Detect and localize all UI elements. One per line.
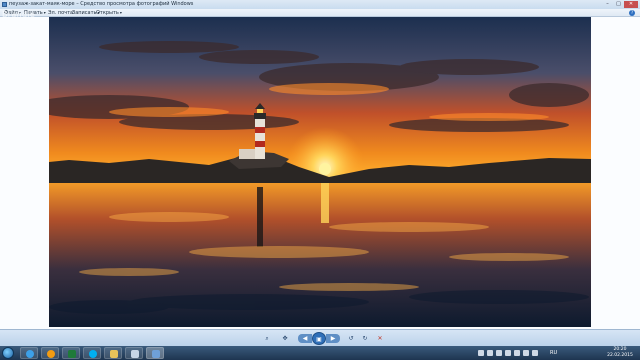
network-icon[interactable] — [514, 350, 520, 356]
menu-bar: Файл▾ Печать▾ Эл. почта Записать▾ Открыт… — [0, 9, 640, 17]
taskbar: RU 20:20 22.02.2015 — [0, 346, 640, 360]
magnifier-icon[interactable]: ⌕ — [260, 334, 274, 343]
folder-icon[interactable] — [104, 347, 122, 359]
chevron-down-icon: ▾ — [119, 10, 122, 15]
chevron-down-icon: ▾ — [43, 10, 46, 15]
explorer2-icon[interactable] — [125, 347, 143, 359]
menu-email[interactable]: Эл. почта — [48, 9, 73, 17]
explorer2-glyph — [131, 350, 139, 358]
clock[interactable]: 20:20 22.02.2015 — [605, 347, 635, 359]
menu-burn-label: Записать — [72, 10, 97, 16]
previous-icon[interactable]: ◀ — [298, 334, 312, 343]
tray-icon[interactable] — [496, 350, 502, 356]
help-icon[interactable]: ? — [629, 10, 635, 16]
minimize-button[interactable]: – — [602, 1, 613, 8]
photo-viewer-app-icon — [2, 2, 7, 7]
player-icon[interactable] — [41, 347, 59, 359]
tray-icon[interactable] — [478, 350, 484, 356]
delete-icon[interactable]: ✕ — [375, 334, 385, 343]
language-indicator[interactable]: RU — [550, 348, 557, 358]
tray-icon[interactable] — [487, 350, 493, 356]
maximize-button[interactable]: □ — [613, 1, 624, 8]
internet-explorer-glyph — [26, 350, 34, 358]
close-button[interactable]: ✕ — [624, 1, 638, 8]
window-title: пеузаж-закат-маяк-море – Средство просмо… — [9, 1, 194, 7]
slideshow-icon[interactable]: ▣ — [312, 332, 326, 345]
volume-icon[interactable] — [523, 350, 529, 356]
next-icon[interactable]: ▶ — [326, 334, 340, 343]
skype-icon[interactable] — [83, 347, 101, 359]
title-bar: пеузаж-закат-маяк-море – Средство просмо… — [0, 0, 640, 9]
internet-explorer-icon[interactable] — [20, 347, 38, 359]
clock-date: 22.02.2015 — [607, 353, 633, 358]
tray-icon[interactable] — [505, 350, 511, 356]
rotate-left-icon[interactable]: ↺ — [346, 334, 356, 343]
player-glyph — [47, 350, 55, 358]
explorer-glyph — [68, 350, 76, 358]
sunset-lighthouse-image — [49, 17, 591, 327]
rotate-right-icon[interactable]: ↻ — [360, 334, 370, 343]
photo-viewer-icon[interactable] — [146, 347, 164, 359]
explorer-icon[interactable] — [62, 347, 80, 359]
photo-viewer-area — [0, 17, 640, 329]
menu-open[interactable]: Открыть▾ — [96, 9, 122, 17]
folder-glyph — [110, 350, 118, 358]
menu-open-label: Открыть — [96, 10, 119, 16]
system-tray: RU — [478, 348, 608, 358]
fit-window-icon[interactable]: ✥ — [280, 334, 290, 343]
flag-icon[interactable] — [532, 350, 538, 356]
viewer-controls: ⌕ ✥ ◀ ▣ ▶ ↺ ↻ ✕ — [0, 329, 640, 346]
menu-email-label: Эл. почта — [48, 10, 74, 16]
photo-viewer-glyph — [152, 350, 160, 358]
skype-glyph — [89, 350, 97, 358]
start-icon[interactable] — [2, 347, 14, 359]
photo[interactable] — [49, 17, 591, 327]
